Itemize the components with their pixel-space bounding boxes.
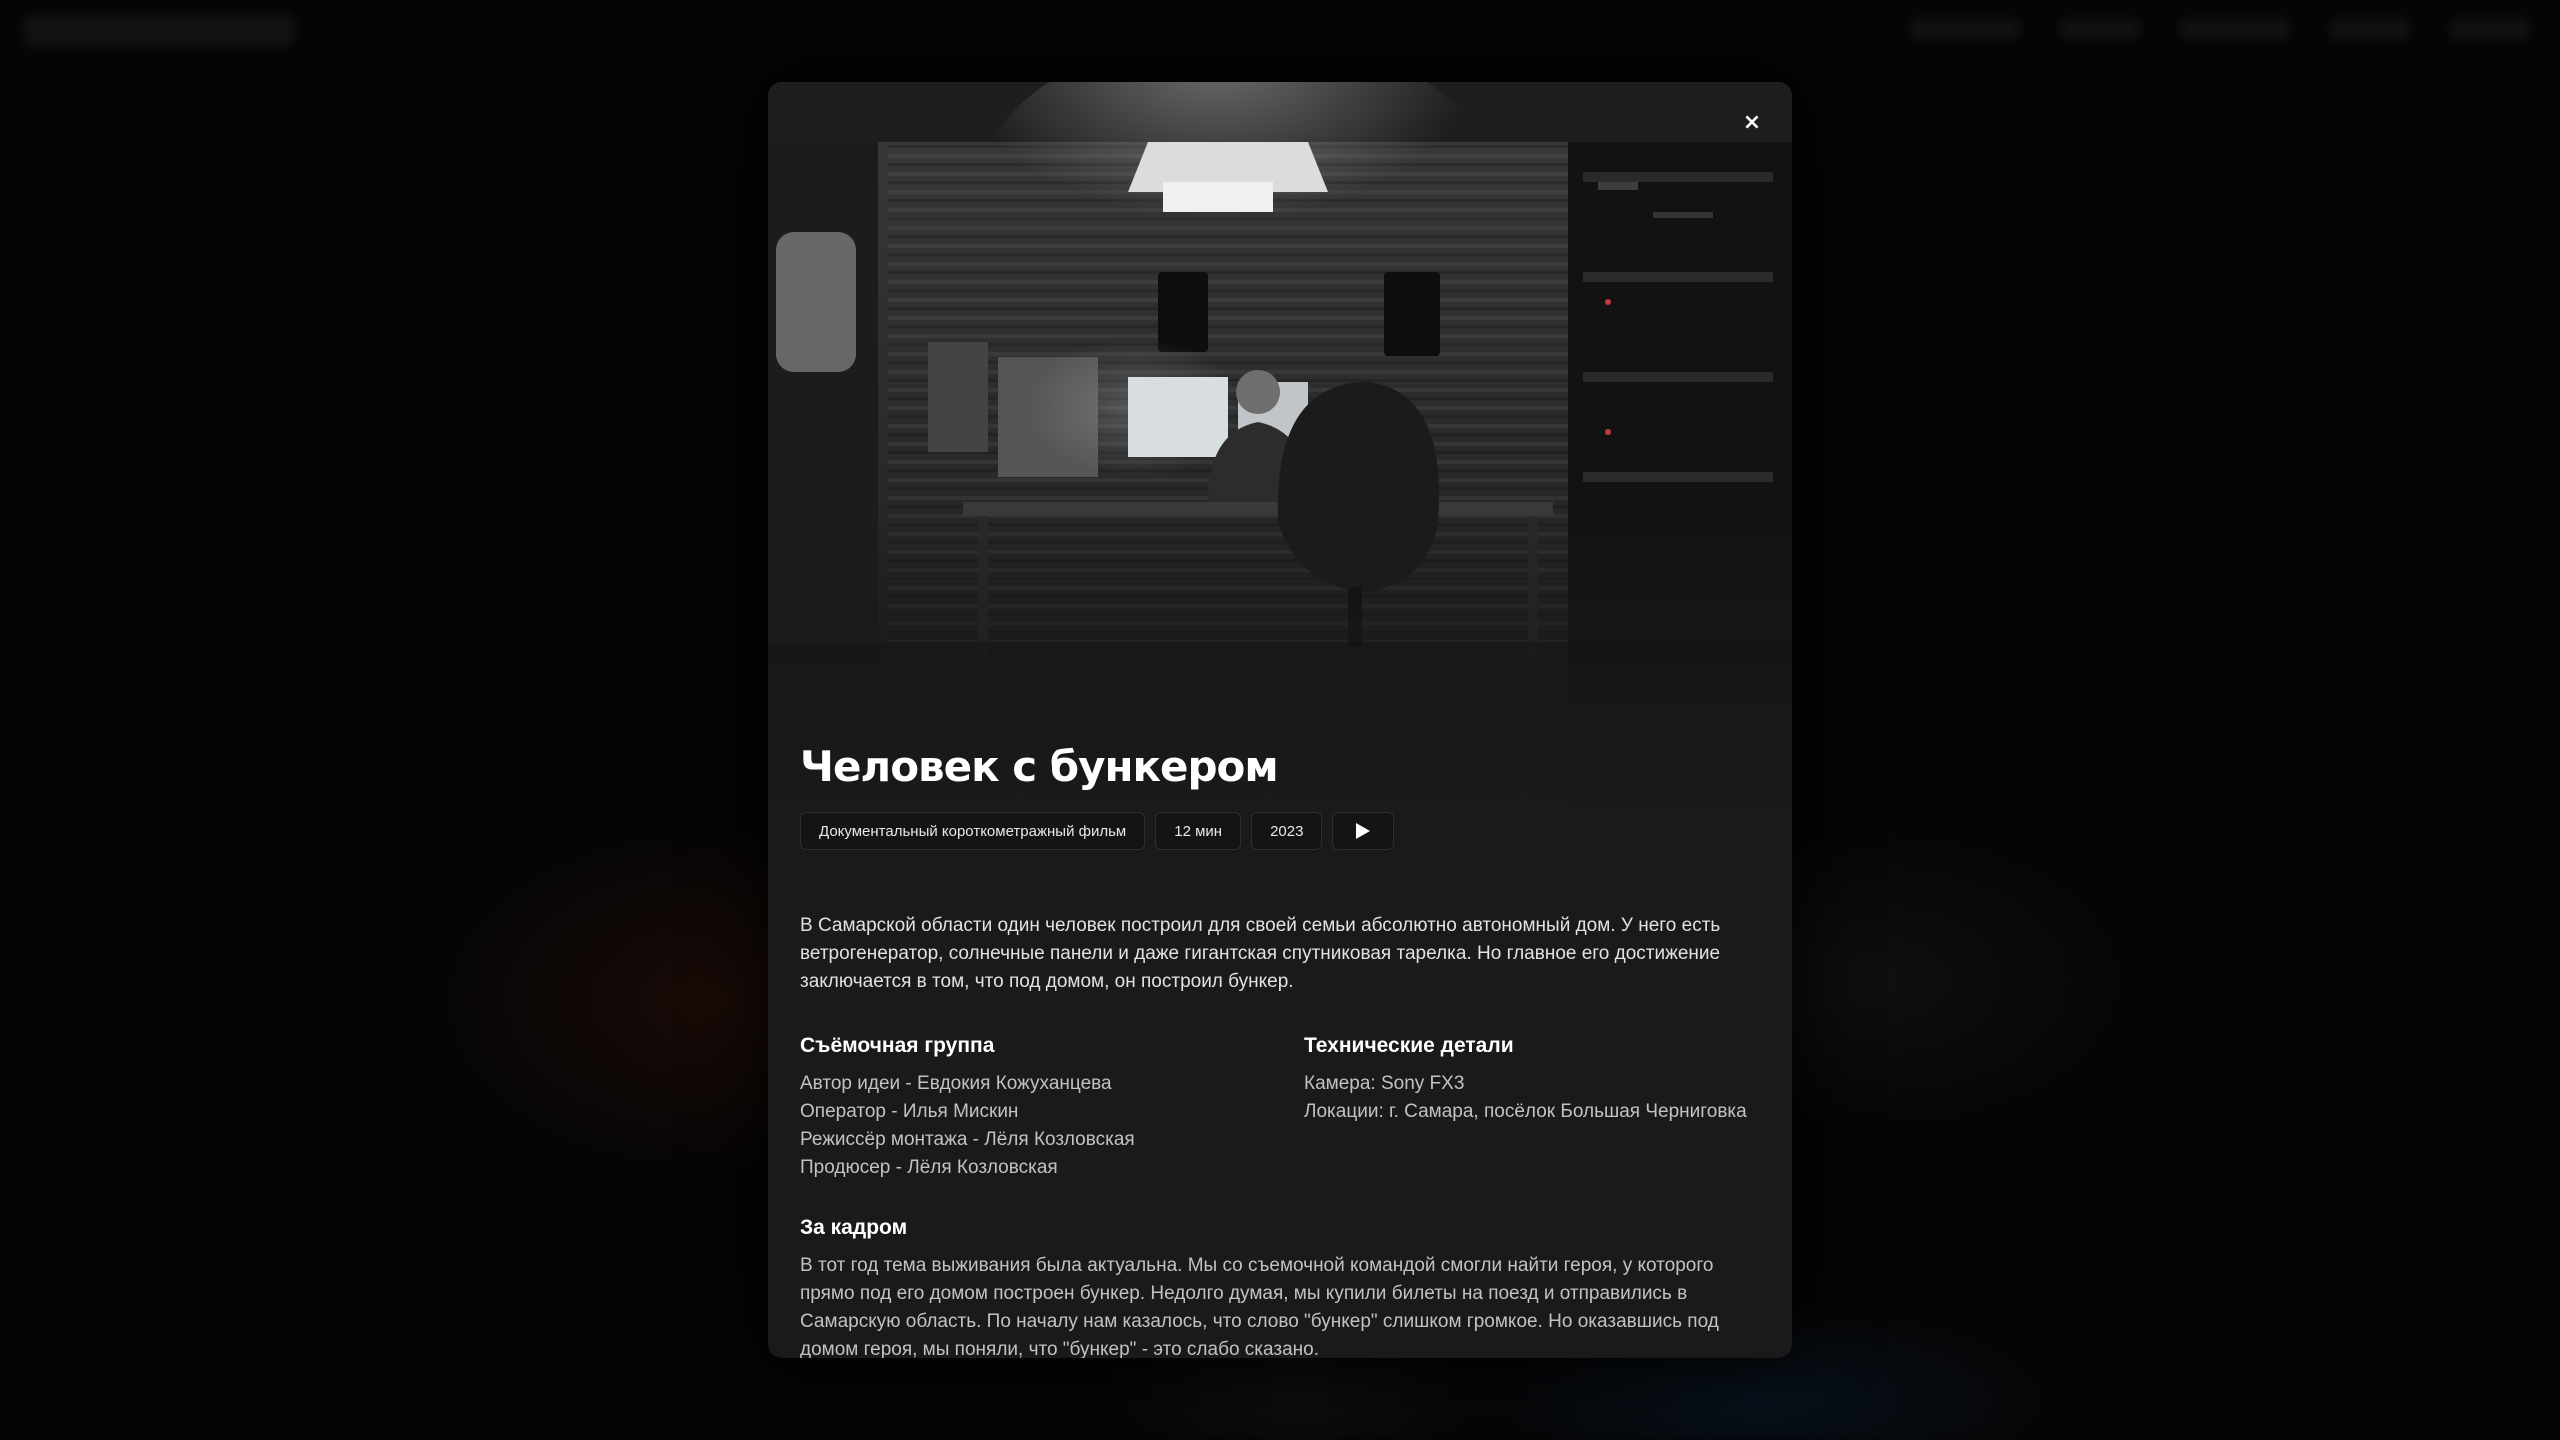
film-title: Человек с бункером [800, 742, 1279, 791]
crew-line: Оператор - Илья Мискин [800, 1101, 1019, 1122]
hero-gradient-overlay [768, 502, 1792, 842]
film-meta-tags: Документальный короткометражный фильм 12… [800, 812, 1395, 850]
close-icon[interactable]: × [1734, 104, 1770, 140]
crew-heading: Съёмочная группа [800, 1034, 995, 1057]
blurred-nav-item [2060, 18, 2140, 40]
behind-the-scenes-section: За кадром В тот год тема выживания была … [800, 1216, 1760, 1358]
crew-line: Режиссёр монтажа - Лёля Козловская [800, 1129, 1135, 1150]
blurred-nav-item [2330, 18, 2410, 40]
tech-list: Камера: Sony FX3 Локации: г. Самара, пос… [1304, 1070, 1760, 1126]
behind-text: В тот год тема выживания была актуальна.… [800, 1255, 1719, 1358]
film-hero-image [768, 82, 1792, 842]
blurred-nav-item [2450, 18, 2530, 40]
tech-section: Технические детали Камера: Sony FX3 Лока… [1304, 1034, 1760, 1182]
crew-line: Продюсер - Лёля Козловская [800, 1157, 1058, 1178]
tech-line: Камера: Sony FX3 [1304, 1073, 1465, 1094]
year-tag: 2023 [1251, 812, 1323, 850]
film-description: В Самарской области один человек построи… [800, 915, 1721, 992]
blurred-site-nav [1910, 18, 2530, 40]
crew-section: Съёмочная группа Автор идеи - Евдокия Ко… [800, 1034, 1304, 1182]
info-columns: Съёмочная группа Автор идеи - Евдокия Ко… [800, 1034, 1760, 1182]
crew-line: Автор идеи - Евдокия Кожуханцева [800, 1073, 1112, 1094]
blurred-nav-item [1910, 18, 2020, 40]
tech-line: Локации: г. Самара, посёлок Большая Черн… [1304, 1101, 1747, 1122]
tech-heading: Технические детали [1304, 1034, 1514, 1057]
genre-tag: Документальный короткометражный фильм [800, 812, 1146, 850]
film-modal: × Человек с бункером Документальный коро… [768, 82, 1792, 1358]
play-icon [1356, 823, 1371, 839]
blurred-site-logo [24, 14, 294, 46]
duration-tag: 12 мин [1155, 812, 1242, 850]
film-details: В Самарской области один человек построи… [800, 912, 1760, 1358]
crew-list: Автор идеи - Евдокия Кожуханцева Операто… [800, 1070, 1304, 1182]
blurred-nav-item [2180, 18, 2290, 40]
play-button[interactable] [1332, 812, 1395, 850]
behind-heading: За кадром [800, 1216, 908, 1239]
